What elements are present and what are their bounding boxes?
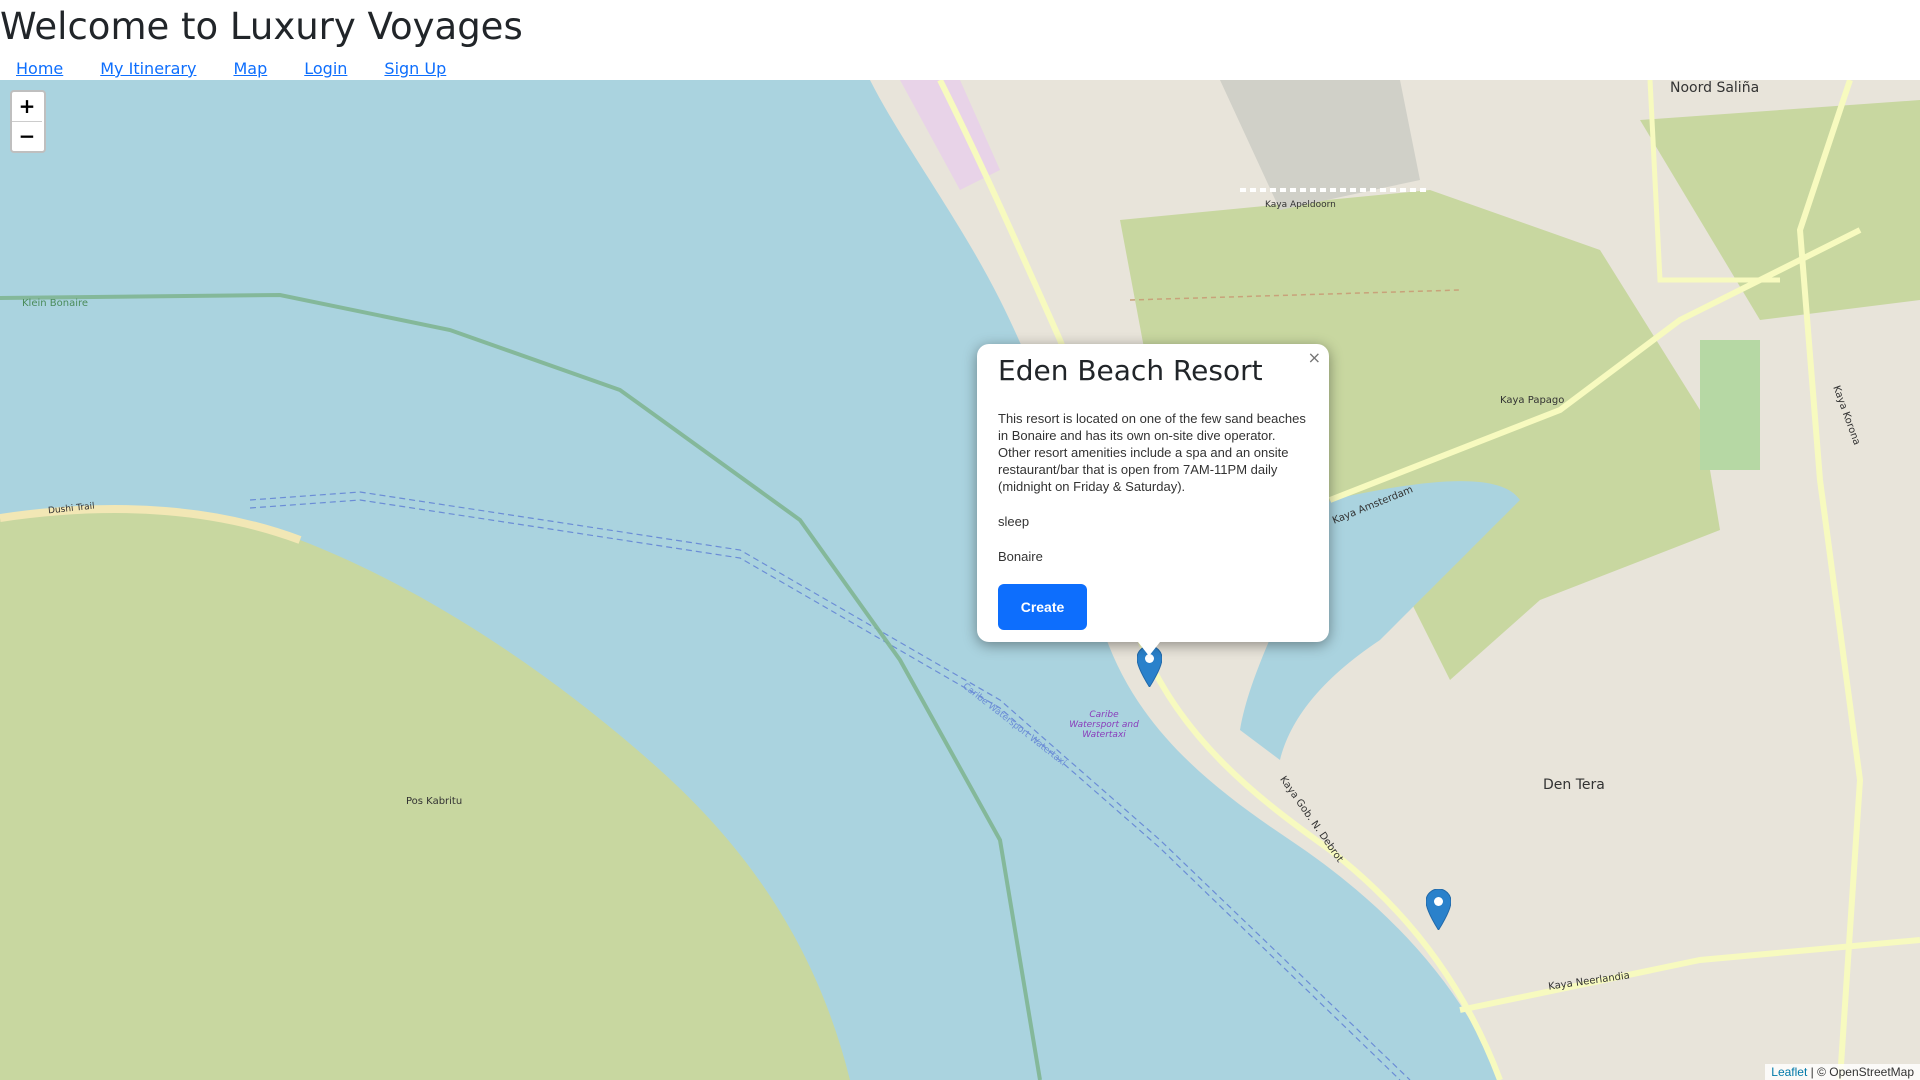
map-container[interactable]: Noord Saliña Den Tera Klein Bonaire Pos … — [0, 80, 1920, 1080]
zoom-out-button[interactable]: − — [12, 121, 42, 151]
label-noord-salina: Noord Saliña — [1670, 80, 1760, 96]
popup-close-button[interactable]: × — [1308, 348, 1321, 367]
popup-category: sleep — [998, 514, 1030, 529]
popup-description: This resort is located on one of the few… — [998, 411, 1306, 494]
main-nav: Home My Itinerary Map Login Sign Up — [16, 58, 483, 82]
popup-location: Bonaire — [998, 549, 1043, 564]
nav-home-link[interactable]: Home — [16, 58, 63, 82]
map-marker-second[interactable] — [1426, 889, 1451, 930]
create-button[interactable]: Create — [998, 584, 1087, 630]
popup-tip — [1138, 642, 1160, 656]
page-title: Welcome to Luxury Voyages — [0, 5, 523, 48]
nav-map-link[interactable]: Map — [233, 58, 267, 82]
nav-signup-link[interactable]: Sign Up — [384, 58, 446, 82]
zoom-control: + − — [10, 90, 46, 153]
osm-attribution: | © OpenStreetMap — [1810, 1065, 1914, 1079]
label-pos-kabritu: Pos Kabritu — [406, 796, 463, 807]
label-caribe-watersport: Caribe Watersport and Watertaxi — [1069, 710, 1139, 740]
label-kaya-apeldoorn: Kaya Apeldoorn — [1265, 200, 1336, 210]
label-klein-bonaire: Klein Bonaire — [22, 298, 89, 309]
nav-login-link[interactable]: Login — [304, 58, 347, 82]
map-tiles — [0, 80, 1920, 1080]
nav-itinerary-link[interactable]: My Itinerary — [100, 58, 196, 82]
popup-title: Eden Beach Resort — [998, 354, 1263, 387]
resort-popup: × Eden Beach Resort This resort is locat… — [977, 344, 1329, 642]
leaflet-link[interactable]: Leaflet — [1771, 1065, 1807, 1079]
label-den-tera: Den Tera — [1543, 777, 1605, 793]
map-attribution: Leaflet | © OpenStreetMap — [1765, 1064, 1920, 1080]
label-kaya-papago: Kaya Papago — [1500, 395, 1565, 406]
zoom-in-button[interactable]: + — [12, 92, 42, 121]
